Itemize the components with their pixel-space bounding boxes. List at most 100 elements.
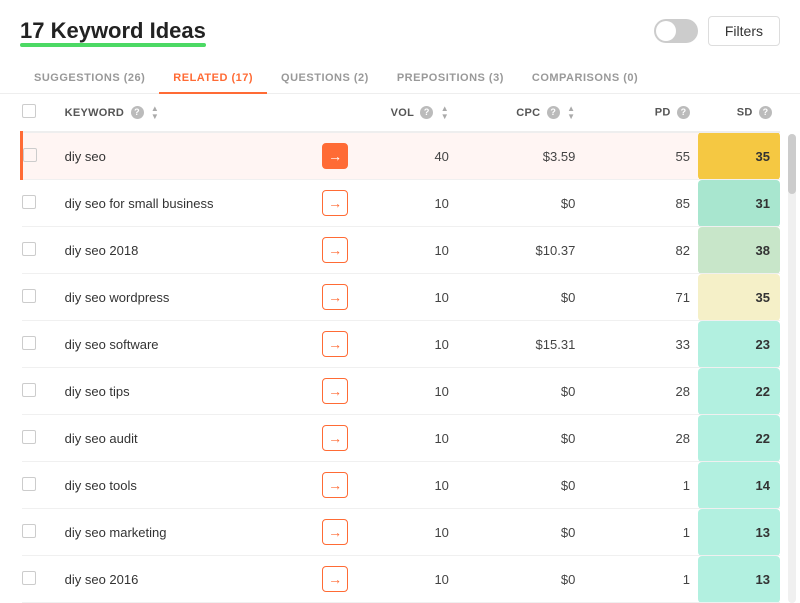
explore-arrow-button[interactable]: → (322, 566, 348, 592)
vol-cell: 10 (363, 462, 457, 509)
explore-arrow-button[interactable]: → (322, 472, 348, 498)
table-row: diy seo wordpress→10$07135 (22, 274, 781, 321)
row-checkbox[interactable] (22, 242, 36, 256)
row-checkbox[interactable] (22, 571, 36, 585)
vol-cell: 10 (363, 368, 457, 415)
sd-cell: 23 (698, 321, 780, 368)
tabs-bar: SUGGESTIONS (26)RELATED (17)QUESTIONS (2… (0, 56, 800, 94)
row-checkbox-cell (22, 368, 57, 415)
row-checkbox[interactable] (22, 383, 36, 397)
scrollbar-thumb[interactable] (788, 134, 796, 194)
toggle-switch[interactable] (654, 19, 698, 43)
keyword-cell: diy seo audit (57, 415, 315, 462)
table-row: diy seo audit→10$02822 (22, 415, 781, 462)
header-controls: Filters (654, 16, 780, 46)
pd-cell: 1 (616, 556, 698, 603)
sd-cell: 35 (698, 274, 780, 321)
sd-cell: 14 (698, 462, 780, 509)
pd-cell: 1 (616, 462, 698, 509)
vol-sort[interactable]: ▲▼ (441, 105, 449, 121)
tab-related[interactable]: RELATED (17) (159, 64, 267, 94)
row-checkbox[interactable] (22, 195, 36, 209)
explore-arrow-button[interactable]: → (322, 378, 348, 404)
col-cpc-header: CPC ? ▲▼ (490, 94, 584, 132)
tab-suggestions[interactable]: SUGGESTIONS (26) (20, 64, 159, 94)
keyword-text: diy seo tools (65, 478, 137, 493)
pd-info-icon[interactable]: ? (677, 106, 690, 119)
cpc-cell: $3.59 (490, 132, 584, 180)
vol-cell: 10 (363, 321, 457, 368)
vol-info-icon[interactable]: ? (420, 106, 433, 119)
row-checkbox[interactable] (22, 477, 36, 491)
cpc-cell: $15.31 (490, 321, 584, 368)
pd-cell: 85 (616, 180, 698, 227)
pd-cell: 28 (616, 368, 698, 415)
explore-arrow-button[interactable]: → (322, 190, 348, 216)
explore-arrow-button[interactable]: → (322, 284, 348, 310)
filters-button[interactable]: Filters (708, 16, 780, 46)
keyword-cell: diy seo 2016 (57, 556, 315, 603)
pd-cell: 82 (616, 227, 698, 274)
arrow-cell: → (314, 274, 363, 321)
keyword-text: diy seo wordpress (65, 290, 170, 305)
keyword-cell: diy seo tools (57, 462, 315, 509)
keyword-text: diy seo audit (65, 431, 138, 446)
spacer-cell (457, 321, 490, 368)
explore-arrow-button[interactable]: → (322, 425, 348, 451)
tab-comparisons[interactable]: COMPARISONS (0) (518, 64, 652, 94)
spacer-cell-2 (583, 509, 616, 556)
spacer-cell (457, 509, 490, 556)
keyword-text: diy seo for small business (65, 196, 214, 211)
table-wrapper: KEYWORD ? ▲▼ VOL ? ▲▼ CPC ? ▲▼ PD ? (0, 94, 800, 603)
pd-cell: 71 (616, 274, 698, 321)
row-checkbox[interactable] (22, 336, 36, 350)
title-underline (20, 43, 206, 47)
keyword-sort[interactable]: ▲▼ (151, 105, 159, 121)
row-checkbox[interactable] (22, 289, 36, 303)
spacer-cell (457, 274, 490, 321)
cpc-cell: $0 (490, 368, 584, 415)
arrow-cell: → (314, 132, 363, 180)
cpc-info-icon[interactable]: ? (547, 106, 560, 119)
table-row: diy seo 2016→10$0113 (22, 556, 781, 603)
vol-cell: 10 (363, 227, 457, 274)
explore-arrow-button[interactable]: → (322, 237, 348, 263)
arrow-cell: → (314, 415, 363, 462)
spacer-cell (457, 368, 490, 415)
col-check-header (22, 94, 57, 132)
vol-cell: 10 (363, 556, 457, 603)
row-checkbox[interactable] (23, 148, 37, 162)
pd-cell: 55 (616, 132, 698, 180)
cpc-cell: $0 (490, 180, 584, 227)
table-row: diy seo for small business→10$08531 (22, 180, 781, 227)
explore-arrow-button[interactable]: → (322, 143, 348, 169)
select-all-checkbox[interactable] (22, 104, 36, 118)
spacer-cell-2 (583, 180, 616, 227)
col-pd-header: PD ? (616, 94, 698, 132)
row-checkbox[interactable] (22, 524, 36, 538)
spacer-cell-2 (583, 462, 616, 509)
row-checkbox-cell (22, 321, 57, 368)
tab-questions[interactable]: QUESTIONS (2) (267, 64, 383, 94)
col-spacer1 (314, 94, 363, 132)
sd-cell: 22 (698, 415, 780, 462)
arrow-cell: → (314, 556, 363, 603)
row-checkbox[interactable] (22, 430, 36, 444)
keyword-info-icon[interactable]: ? (131, 106, 144, 119)
explore-arrow-button[interactable]: → (322, 331, 348, 357)
sd-cell: 31 (698, 180, 780, 227)
pd-cell: 28 (616, 415, 698, 462)
tab-prepositions[interactable]: PREPOSITIONS (3) (383, 64, 518, 94)
spacer-cell-2 (583, 227, 616, 274)
keywords-table: KEYWORD ? ▲▼ VOL ? ▲▼ CPC ? ▲▼ PD ? (20, 94, 780, 603)
row-checkbox-cell (22, 556, 57, 603)
row-checkbox-cell (22, 415, 57, 462)
keyword-cell: diy seo marketing (57, 509, 315, 556)
cpc-cell: $0 (490, 274, 584, 321)
scrollbar[interactable] (788, 134, 796, 603)
cpc-cell: $0 (490, 462, 584, 509)
row-checkbox-cell (22, 462, 57, 509)
sd-info-icon[interactable]: ? (759, 106, 772, 119)
cpc-sort[interactable]: ▲▼ (567, 105, 575, 121)
explore-arrow-button[interactable]: → (322, 519, 348, 545)
